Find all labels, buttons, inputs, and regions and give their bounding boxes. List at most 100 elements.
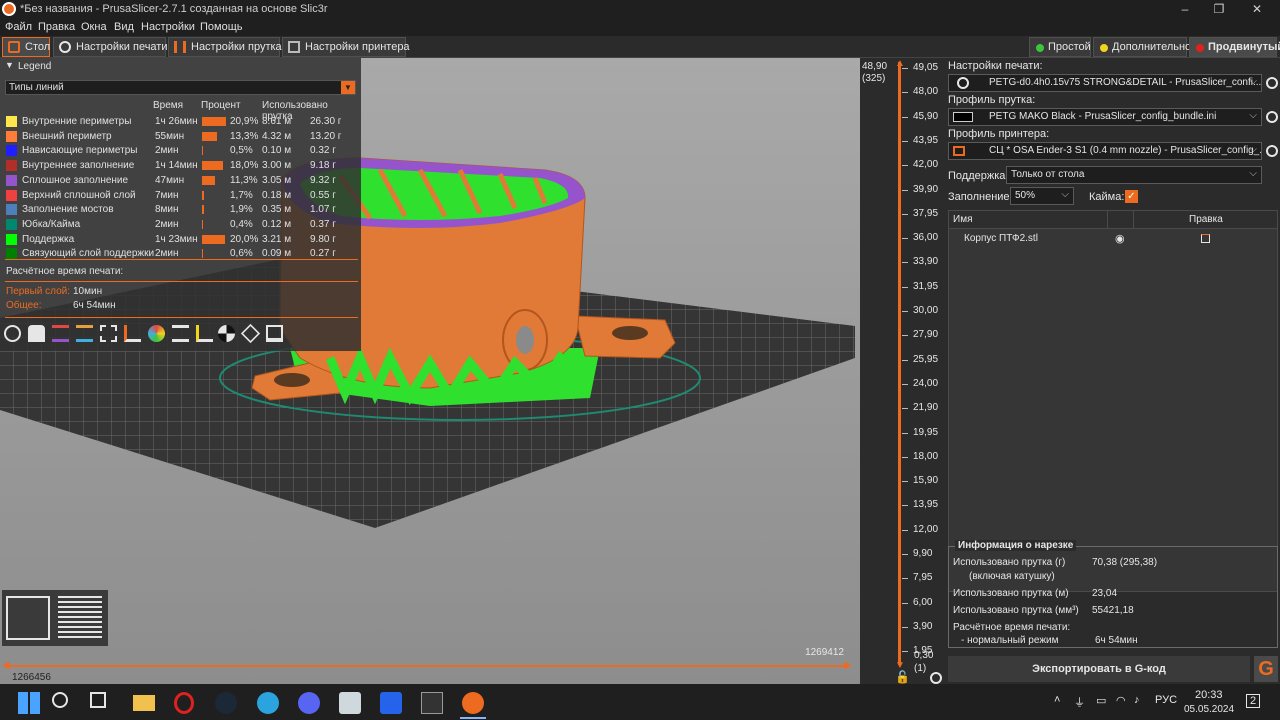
shells-icon[interactable] xyxy=(240,323,261,344)
usb-icon[interactable]: ⏚ xyxy=(1074,694,1085,710)
prusaslicer-taskbar-icon[interactable] xyxy=(462,692,484,714)
legend-time: 7мин xyxy=(155,189,179,201)
task-view-icon[interactable] xyxy=(90,692,106,708)
col-name[interactable]: Имя xyxy=(953,214,972,225)
legend-row[interactable]: Нависающие периметры 2мин 0,5% 0.10 м 0.32 г xyxy=(6,144,356,158)
legend-time: 55мин xyxy=(155,130,185,142)
legend-row[interactable]: Внутренние периметры 1ч 26мин 20,9% 8.61 м 2… xyxy=(6,115,356,129)
steam-icon[interactable] xyxy=(215,692,237,714)
minimize-icon[interactable]: – xyxy=(1176,1,1194,17)
mode-simple-button[interactable]: Простой xyxy=(1029,37,1091,57)
send-gcode-icon[interactable]: G xyxy=(1254,656,1278,682)
tray-arrow-icon[interactable]: ˄ xyxy=(1054,694,1060,706)
edit-icon[interactable] xyxy=(1201,234,1210,243)
brim-checkbox[interactable]: ✓ xyxy=(1125,190,1138,203)
xbox-app-icon[interactable] xyxy=(380,692,402,714)
legend-grams: 0.32 г xyxy=(310,145,336,157)
legend-meters: 4.32 м xyxy=(262,130,292,142)
mode-expert-button[interactable]: Продвинутый xyxy=(1189,37,1280,57)
pause-icon[interactable] xyxy=(172,325,189,342)
deretractions-icon[interactable] xyxy=(76,325,93,342)
printer-profile-combo[interactable]: СЦ * OSA Ender-3 S1 (0.4 mm nozzle) - Pr… xyxy=(948,142,1262,160)
network-icon[interactable]: ▭ xyxy=(1096,694,1106,707)
layer-slider-track[interactable] xyxy=(898,62,901,665)
wifi-icon[interactable]: ◠ xyxy=(1116,694,1126,707)
color-changes-icon[interactable] xyxy=(148,325,165,342)
clock-date[interactable]: 05.05.2024 xyxy=(1184,704,1234,715)
layer-tick-mark xyxy=(902,651,908,653)
3d-preview-viewport[interactable]: ▼ Legend Типы линий ▼ Время Процент Испо… xyxy=(0,58,860,684)
printer-settings-gear-icon[interactable] xyxy=(1266,145,1278,157)
menu-windows[interactable]: Окна xyxy=(81,21,107,33)
discord-icon[interactable] xyxy=(298,692,320,714)
retractions-icon[interactable] xyxy=(52,325,69,342)
tool-marker-icon[interactable] xyxy=(266,325,283,342)
slider-track[interactable] xyxy=(6,665,850,667)
legend-row[interactable]: Поддержка 1ч 23мин 20,0% 3.21 м 9.80 г xyxy=(6,233,356,247)
legend-row[interactable]: Заполнение мостов 8мин 1,9% 0.35 м 1.07 г xyxy=(6,203,356,217)
gcode-move-slider[interactable]: 1269412 ◀ ▶ 1266456 xyxy=(0,646,860,684)
filament-settings-gear-icon[interactable] xyxy=(1266,111,1278,123)
slider-right-thumb-icon[interactable]: ▶ xyxy=(844,660,852,671)
layers-view-icon[interactable] xyxy=(58,596,102,640)
telegram-icon[interactable] xyxy=(257,692,279,714)
clock-time[interactable]: 20:33 xyxy=(1195,689,1223,701)
dropdown-arrow-icon[interactable]: ▼ xyxy=(341,81,355,94)
filament-profile-label: Профиль прутка: xyxy=(948,94,1036,106)
menu-settings[interactable]: Настройки xyxy=(141,21,195,33)
menu-edit[interactable]: Правка xyxy=(38,21,75,33)
lower-layer-number: (1) xyxy=(914,663,927,674)
menu-help[interactable]: Помощь xyxy=(200,21,243,33)
col-edit[interactable]: Правка xyxy=(1189,214,1223,225)
windows-start-icon[interactable] xyxy=(18,692,40,714)
menu-view[interactable]: Вид xyxy=(114,21,134,33)
tool-changes-icon[interactable] xyxy=(124,325,141,342)
language-indicator[interactable]: РУС xyxy=(1155,694,1177,706)
slider-left-thumb-icon[interactable]: ◀ xyxy=(2,660,10,671)
collapse-triangle-icon[interactable]: ▼ xyxy=(5,60,14,70)
tab-print-settings[interactable]: Настройки печати xyxy=(53,37,168,57)
travel-icon[interactable] xyxy=(4,325,21,342)
legend-header[interactable]: ▼ Legend xyxy=(0,60,361,74)
center-of-gravity-icon[interactable] xyxy=(218,325,235,342)
tab-printer-settings[interactable]: Настройки принтера xyxy=(282,37,410,57)
3d-view-icon[interactable] xyxy=(6,596,50,640)
filament-profile-combo[interactable]: PETG MAKO Black - PrusaSlicer_config_bun… xyxy=(948,108,1262,126)
layer-tick-mark xyxy=(902,116,908,118)
lock-icon[interactable]: 🔓 xyxy=(895,670,910,684)
notification-icon[interactable]: 2 xyxy=(1246,694,1261,708)
seams-icon[interactable] xyxy=(100,325,117,342)
tab-plater[interactable]: Стол xyxy=(2,37,50,57)
support-combo[interactable]: Только от стола ⌵ xyxy=(1006,166,1262,184)
search-icon[interactable] xyxy=(52,692,68,708)
mode-advanced-button[interactable]: Дополнительно xyxy=(1093,37,1191,57)
close-icon[interactable]: ✕ xyxy=(1248,1,1266,17)
chevron-down-icon: ⌵ xyxy=(1249,76,1257,87)
view-type-combo[interactable]: Типы линий ▼ xyxy=(5,80,356,95)
opera-icon[interactable] xyxy=(174,692,194,714)
legend-row[interactable]: Юбка/Кайма 2мин 0,4% 0.12 м 0.37 г xyxy=(6,218,356,232)
eye-icon[interactable]: ◉ xyxy=(1115,232,1125,245)
print-profile-combo[interactable]: PETG-d0.4h0.15v75 STRONG&DETAIL - PrusaS… xyxy=(948,74,1262,92)
legend-row[interactable]: Внешний периметр 55мин 13,3% 4.32 м 13.20 г xyxy=(6,130,356,144)
maximize-icon[interactable]: ❐ xyxy=(1210,1,1228,17)
custom-gcode-icon[interactable] xyxy=(196,325,213,342)
legend-row[interactable]: Сплошное заполнение 47мин 11,3% 3.05 м 9.32 … xyxy=(6,174,356,188)
tab-filament-settings[interactable]: Настройки прутка xyxy=(168,37,282,57)
object-row[interactable]: Корпус ПТФ2.stl ◉ xyxy=(949,230,1277,248)
layer-slider[interactable]: 48,90 (325) ▲ ▼ 49,05 48,00 45,90 43,95 42,0… xyxy=(860,58,944,684)
export-gcode-button[interactable]: Экспортировать в G-код xyxy=(948,656,1250,682)
chart-app-icon[interactable] xyxy=(421,692,443,714)
legend-row[interactable]: Верхний сплошной слой 7мин 1,7% 0.18 м 0.55 … xyxy=(6,189,356,203)
menu-file[interactable]: Файл xyxy=(5,21,32,33)
file-explorer-icon[interactable] xyxy=(133,695,155,711)
gear-icon[interactable] xyxy=(930,672,942,684)
app-icon[interactable] xyxy=(339,692,361,714)
legend-row[interactable]: Внутреннее заполнение 1ч 14мин 18,0% 3.00 м… xyxy=(6,159,356,173)
wipe-icon[interactable] xyxy=(28,325,45,342)
sidebar: Настройки печати: PETG-d0.4h0.15v75 STRO… xyxy=(944,58,1280,684)
legend-meters: 3.00 м xyxy=(262,160,292,172)
infill-combo[interactable]: 50% ⌵ xyxy=(1010,187,1074,205)
print-settings-gear-icon[interactable] xyxy=(1266,77,1278,89)
volume-icon[interactable]: ♪ xyxy=(1134,694,1140,706)
